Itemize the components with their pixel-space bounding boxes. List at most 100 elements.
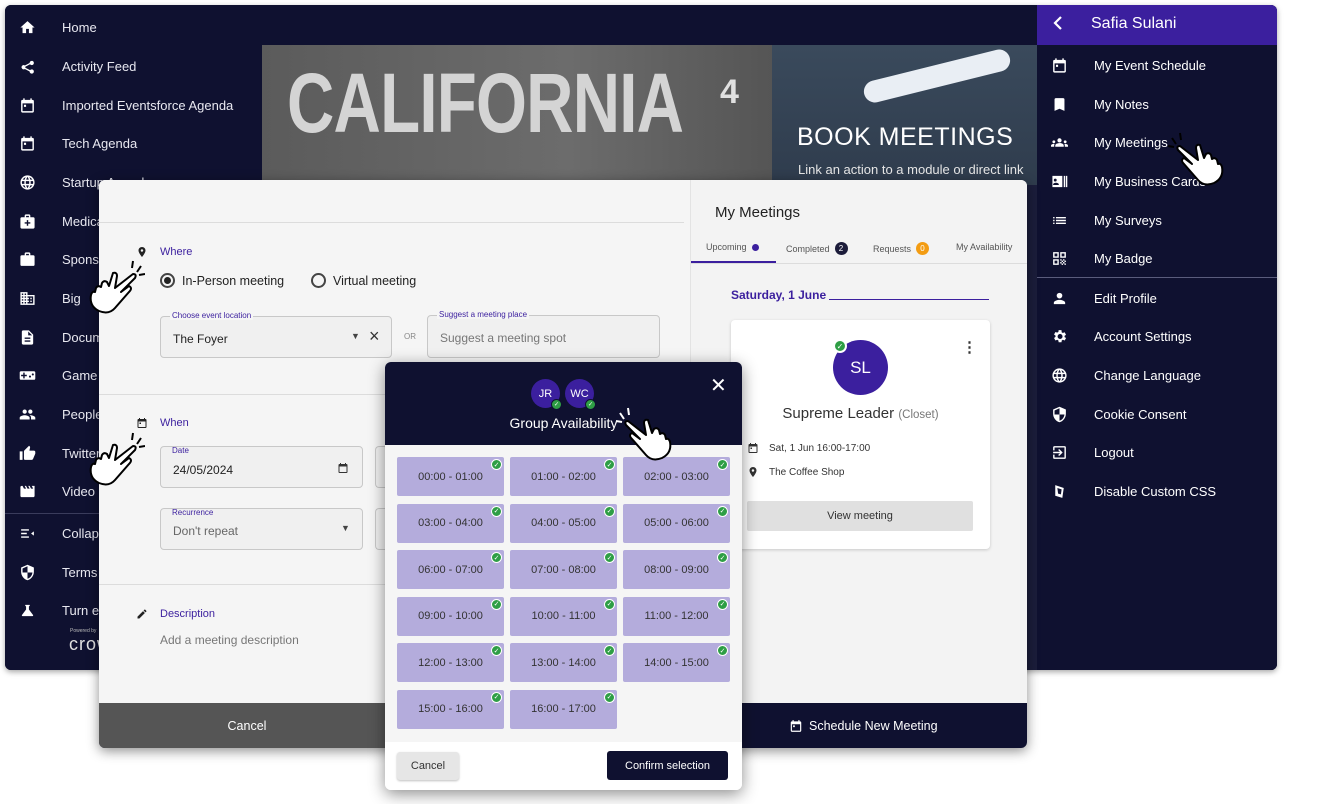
time-slot[interactable]: 03:00 - 04:00 ✓ [397, 503, 504, 543]
medical-bag-icon [5, 213, 49, 230]
virtual-radio[interactable]: Virtual meeting [311, 273, 416, 288]
in-person-radio[interactable]: In-Person meeting [160, 273, 284, 288]
user-menu-logout[interactable]: Logout [1037, 433, 1277, 471]
avatar-initials: JR [538, 387, 553, 400]
time-slot[interactable]: 15:00 - 16:00 ✓ [397, 689, 504, 729]
user-menu-edit-profile[interactable]: Edit Profile [1037, 279, 1277, 317]
time-slot-label: 16:00 - 17:00 [531, 703, 596, 715]
or-label: OR [404, 332, 416, 341]
date-input[interactable]: Date 24/05/2024 [160, 446, 363, 488]
calendar-icon [20, 97, 34, 113]
nav-item-home[interactable]: Home [5, 8, 253, 46]
dropdown-arrow-icon[interactable]: ▼ [351, 331, 360, 341]
description-input[interactable]: Add a meeting description [160, 633, 299, 647]
bookmark-icon [1054, 97, 1064, 111]
user-menu-my-event-schedule[interactable]: My Event Schedule [1037, 46, 1277, 84]
group-availability-header: JR ✓ WC ✓ Group Availability ✕ [385, 362, 742, 445]
check-icon: ✓ [551, 399, 562, 410]
more-vertical-icon[interactable]: ⋮ [962, 338, 977, 356]
view-meeting-button[interactable]: View meeting [747, 501, 973, 531]
pointer-hand-icon [616, 407, 672, 461]
completed-count-badge: 2 [834, 242, 848, 255]
user-menu-cookie-consent[interactable]: Cookie Consent [1037, 395, 1277, 433]
user-menu-my-surveys[interactable]: My Surveys [1037, 201, 1277, 239]
logout-icon [1052, 445, 1066, 459]
suggest-place-input[interactable]: Suggest a meeting place Suggest a meetin… [427, 310, 660, 358]
time-slot-label: 07:00 - 08:00 [531, 563, 596, 576]
tab-requests-label: Requests [873, 243, 912, 254]
user-menu-label: Edit Profile [1094, 290, 1157, 306]
check-icon: ✓ [491, 552, 502, 563]
date-heading-line [829, 299, 989, 300]
group-icon [1050, 137, 1068, 147]
people-icon [19, 409, 35, 419]
cancel-button[interactable]: Cancel [99, 703, 395, 748]
thumbs-up-icon [19, 445, 35, 460]
radio-unselected-icon [311, 273, 326, 288]
description-label: Description [160, 608, 216, 620]
time-slot[interactable]: 12:00 - 13:00 ✓ [397, 643, 504, 682]
nav-item-label: Game [62, 367, 98, 383]
user-menu-label: My Surveys [1094, 212, 1162, 228]
user-menu-change-language[interactable]: Change Language [1037, 356, 1277, 394]
time-slot[interactable]: 14:00 - 15:00 ✓ [623, 643, 730, 682]
calendar-icon [136, 416, 148, 428]
close-icon[interactable]: ✕ [710, 376, 727, 396]
chevron-left-icon[interactable] [1051, 15, 1067, 35]
user-menu-my-notes[interactable]: My Notes [1037, 85, 1277, 123]
check-icon: ✓ [604, 459, 615, 470]
meeting-name: Supreme Leader (Closet) [731, 405, 990, 422]
business-card-icon [1051, 175, 1067, 187]
nav-item-imported-eventsforce-agenda[interactable]: Imported Eventsforce Agenda [5, 86, 253, 124]
recurrence-select[interactable]: Recurrence Don't repeat ▼ [160, 508, 363, 550]
time-slot[interactable]: 05:00 - 06:00 ✓ [623, 503, 730, 543]
event-location-select[interactable]: Choose event location The Foyer ▼ × [160, 311, 392, 358]
group-availability-title: Group Availability [509, 415, 618, 431]
meeting-room: (Closet) [898, 409, 939, 421]
check-icon: ✓ [604, 552, 615, 563]
dropdown-arrow-icon[interactable]: ▼ [341, 523, 350, 533]
promo-title[interactable]: BOOK MEETINGS [797, 123, 1013, 152]
time-slot[interactable]: 00:00 - 01:00 ✓ [397, 457, 504, 496]
time-slot[interactable]: 16:00 - 17:00 ✓ [510, 689, 617, 729]
calendar-icon [5, 135, 49, 152]
time-slot[interactable]: 13:00 - 14:00 ✓ [510, 643, 617, 682]
confirm-selection-button[interactable]: Confirm selection [607, 751, 728, 780]
nav-item-activity-feed[interactable]: Activity Feed [5, 47, 253, 85]
clear-icon[interactable]: × [369, 326, 380, 347]
user-menu-my-business-cards[interactable]: My Business Cards [1037, 162, 1277, 200]
time-slot[interactable]: 08:00 - 09:00 ✓ [623, 550, 730, 589]
user-menu-my-meetings[interactable]: My Meetings [1037, 123, 1277, 161]
nav-item-tech-agenda[interactable]: Tech Agenda [5, 124, 253, 162]
logout-icon [1037, 444, 1081, 461]
cancel-button[interactable]: Cancel [397, 752, 459, 780]
time-slot[interactable]: 01:00 - 02:00 ✓ [510, 457, 617, 496]
user-menu-account-settings[interactable]: Account Settings [1037, 317, 1277, 355]
tab-upcoming[interactable]: Upcoming [706, 242, 759, 252]
time-slot[interactable]: 04:00 - 05:00 ✓ [510, 503, 617, 543]
time-slot[interactable]: 11:00 - 12:00 ✓ [623, 596, 730, 636]
collapse-icon [20, 528, 34, 538]
time-slot-label: 12:00 - 13:00 [418, 656, 483, 669]
meeting-time-row: Sat, 1 Jun 16:00-17:00 [747, 442, 870, 454]
nav-item-label: Imported Eventsforce Agenda [62, 97, 234, 113]
time-slot[interactable]: 09:00 - 10:00 ✓ [397, 596, 504, 636]
film-icon [19, 485, 35, 497]
tab-my-availability[interactable]: My Availability [956, 242, 1012, 252]
business-card-icon [1037, 173, 1081, 190]
collapse-icon [5, 525, 49, 542]
time-slot[interactable]: 07:00 - 08:00 ✓ [510, 550, 617, 589]
check-icon: ✓ [604, 691, 615, 703]
time-slot-label: 11:00 - 12:00 [644, 610, 709, 622]
user-menu-disable-custom-css[interactable]: Disable Custom CSS [1037, 472, 1277, 510]
time-slot[interactable]: 06:00 - 07:00 ✓ [397, 550, 504, 589]
tab-requests[interactable]: Requests 0 [873, 242, 930, 255]
calendar-picker-icon[interactable] [337, 461, 349, 473]
meeting-card[interactable]: SL ✓ ⋮ Supreme Leader (Closet) Sat, 1 Ju… [731, 320, 990, 549]
person-icon [1037, 290, 1081, 307]
user-menu-label: My Event Schedule [1094, 57, 1207, 73]
time-slot[interactable]: 10:00 - 11:00 ✓ [510, 596, 617, 636]
tab-completed[interactable]: Completed 2 [786, 242, 848, 255]
schedule-new-meeting-button[interactable]: Schedule New Meeting [789, 703, 1027, 748]
user-menu-my-badge[interactable]: My Badge [1037, 239, 1277, 277]
